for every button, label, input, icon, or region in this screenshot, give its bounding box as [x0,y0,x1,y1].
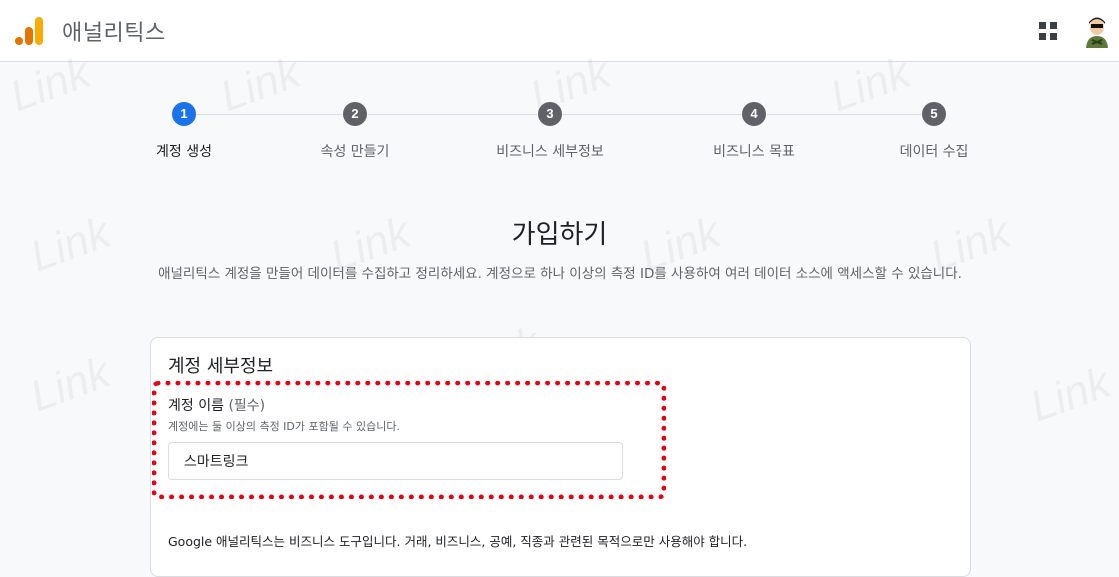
account-details-card: 계정 세부정보 계정 이름 (필수) 계정에는 둘 이상의 측정 ID가 포함될… [150,337,971,577]
card-title: 계정 세부정보 [168,356,274,377]
step-number-badge: 5 [922,102,946,126]
grid-icon[interactable] [1039,22,1057,40]
step-number-badge: 1 [172,102,196,126]
step-label: 비즈니스 목표 [713,144,795,160]
app-header: 애널리틱스 [0,0,1119,62]
usage-notice: Google 애널리틱스는 비즈니스 도구입니다. 거래, 비즈니스, 공예, … [168,534,748,549]
user-avatar[interactable] [1083,14,1111,48]
watermark: Link [24,348,117,423]
step-4: 4 비즈니스 목표 [654,102,854,161]
analytics-logo-icon[interactable] [14,16,44,46]
step-5: 5 데이터 수집 [834,102,1034,161]
step-3: 3 비즈니스 세부정보 [450,102,650,161]
step-number-badge: 3 [538,102,562,126]
step-1: 1 계정 생성 [84,102,284,161]
step-number-badge: 4 [742,102,766,126]
step-2: 2 속성 만들기 [255,102,455,161]
step-label: 계정 생성 [156,144,212,160]
app-title: 애널리틱스 [62,21,166,46]
step-label: 데이터 수집 [899,144,969,160]
page-description: 애널리틱스 계정을 만들어 데이터를 수집하고 정리하세요. 계정으로 하나 이… [158,266,962,282]
highlight-annotation [152,381,666,499]
step-number-badge: 2 [343,102,367,126]
step-label: 속성 만들기 [320,144,390,160]
watermark: Link [1024,358,1117,433]
step-label: 비즈니스 세부정보 [496,144,604,160]
page-title: 가입하기 [511,220,608,250]
